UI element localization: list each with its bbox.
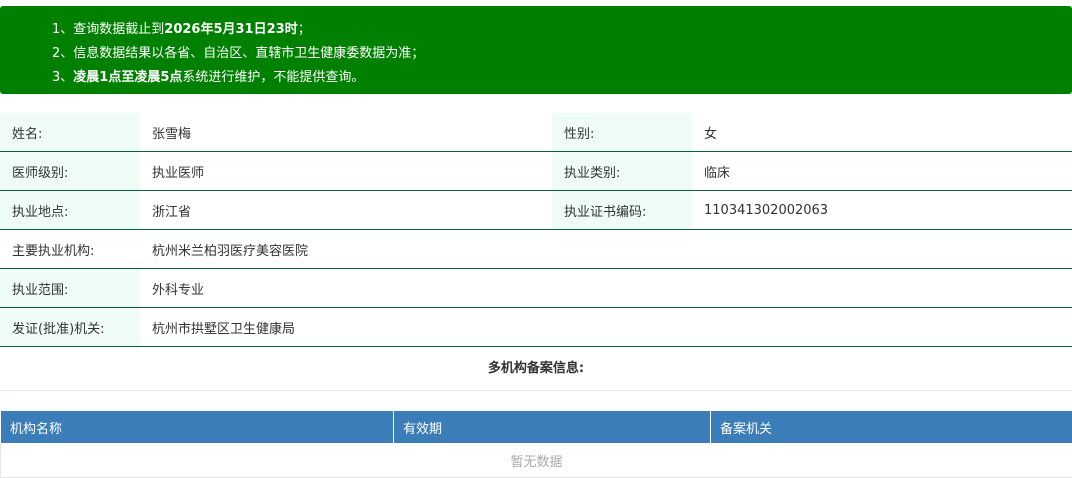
- cert-value: 110341302002063: [692, 191, 1072, 230]
- institution-label: 主要执业机构:: [0, 230, 140, 269]
- scope-label: 执业范围:: [0, 269, 140, 308]
- multi-org-header-row: 机构名称 有效期 备案机关: [1, 411, 1072, 443]
- notice-line-1-suffix: ；: [298, 22, 311, 37]
- info-row-institution: 主要执业机构: 杭州米兰柏羽医疗美容医院: [0, 230, 1072, 269]
- doctor-info-table: 姓名: 张雪梅 性别: 女 医师级别: 执业医师 执业类别: 临床 执业地点: …: [0, 113, 1072, 347]
- gender-label: 性别:: [552, 113, 692, 152]
- level-value: 执业医师: [140, 152, 552, 191]
- info-row-location: 执业地点: 浙江省 执业证书编码: 110341302002063: [0, 191, 1072, 230]
- multi-org-table: 机构名称 有效期 备案机关 暂无数据: [0, 411, 1072, 478]
- cert-label: 执业证书编码:: [552, 191, 692, 230]
- notice-line-1: 1、查询数据截止到2026年5月31日23时；: [52, 18, 1072, 42]
- notice-line-1-prefix: 1、查询数据截止到: [52, 22, 164, 37]
- location-label: 执业地点:: [0, 191, 140, 230]
- authority-label: 发证(批准)机关:: [0, 308, 140, 347]
- notice-line-3-suffix: 系统进行维护，不能提供查询。: [182, 70, 364, 85]
- name-label: 姓名:: [0, 113, 140, 152]
- location-value: 浙江省: [140, 191, 552, 230]
- info-row-level: 医师级别: 执业医师 执业类别: 临床: [0, 152, 1072, 191]
- category-label: 执业类别:: [552, 152, 692, 191]
- empty-data-text: 暂无数据: [1, 443, 1072, 478]
- authority-value: 杭州市拱墅区卫生健康局: [140, 308, 1072, 347]
- notice-line-1-deadline: 2026年5月31日23时: [164, 22, 297, 37]
- info-row-name: 姓名: 张雪梅 性别: 女: [0, 113, 1072, 152]
- info-row-authority: 发证(批准)机关: 杭州市拱墅区卫生健康局: [0, 308, 1072, 347]
- column-header-authority[interactable]: 备案机关: [711, 411, 1072, 443]
- notice-line-2: 2、信息数据结果以各省、自治区、直辖市卫生健康委数据为准；: [52, 42, 1072, 66]
- notice-line-3-maintenance-time: 凌晨1点至凌晨5点: [73, 70, 182, 85]
- scope-value: 外科专业: [140, 269, 1072, 308]
- name-value: 张雪梅: [140, 113, 552, 152]
- column-header-org-name[interactable]: 机构名称: [1, 411, 394, 443]
- notice-line-3-prefix: 3、: [52, 70, 73, 85]
- gender-value: 女: [692, 113, 1072, 152]
- notice-line-3: 3、凌晨1点至凌晨5点系统进行维护，不能提供查询。: [52, 66, 1072, 90]
- empty-row: 暂无数据: [1, 443, 1072, 478]
- multi-org-title: 多机构备案信息:: [0, 348, 1072, 391]
- column-header-validity[interactable]: 有效期: [394, 411, 711, 443]
- institution-value: 杭州米兰柏羽医疗美容医院: [140, 230, 1072, 269]
- level-label: 医师级别:: [0, 152, 140, 191]
- category-value: 临床: [692, 152, 1072, 191]
- notice-banner: 1、查询数据截止到2026年5月31日23时； 2、信息数据结果以各省、自治区、…: [0, 6, 1072, 94]
- info-row-scope: 执业范围: 外科专业: [0, 269, 1072, 308]
